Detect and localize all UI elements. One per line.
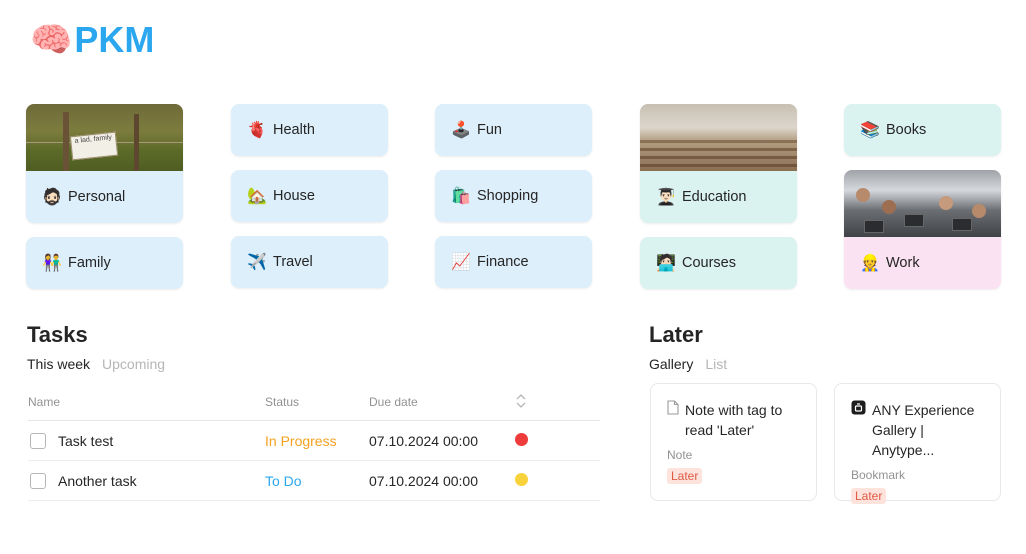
tag-badge[interactable]: Later [667, 468, 703, 484]
category-label: Family [68, 255, 111, 271]
category-card-family[interactable]: 👫 Family [26, 237, 183, 289]
priority-dot-red[interactable] [515, 432, 528, 446]
category-label: Health [273, 122, 315, 138]
anatomical-heart-icon: 🫀 [247, 122, 267, 139]
gallery-card-bookmark[interactable]: ANY Experience Gallery | Anytype... Book… [834, 383, 1001, 504]
status-label[interactable]: To Do [265, 473, 302, 489]
due-date[interactable]: 07.10.2024 00:00 [369, 433, 478, 449]
page-icon [667, 400, 679, 440]
table-header: Name Status Due date [28, 384, 600, 421]
fence-sign: a lad, family [69, 131, 119, 161]
tasks-heading: Tasks [27, 322, 88, 347]
graduate-icon: 👨🏻‍🎓 [656, 189, 676, 206]
tasks-table: Name Status Due date Task test In Progre… [28, 384, 600, 501]
table-row[interactable]: Task test In Progress 07.10.2024 00:00 [28, 421, 600, 461]
chart-increasing-icon: 📈 [451, 254, 471, 271]
task-checkbox[interactable] [30, 432, 46, 449]
category-card-books[interactable]: 📚 Books [844, 104, 1001, 156]
anytype-icon [851, 400, 866, 460]
category-card-personal[interactable]: a lad, family 🧔🏻 Personal [26, 104, 183, 223]
category-label: Shopping [477, 188, 539, 204]
category-card-courses[interactable]: 🧑🏻‍💻 Courses [640, 237, 797, 289]
house-icon: 🏡 [247, 188, 267, 205]
later-heading: Later [649, 322, 703, 347]
category-card-finance[interactable]: 📈 Finance [435, 236, 592, 288]
books-icon: 📚 [860, 122, 880, 139]
task-name[interactable]: Another task [58, 473, 137, 489]
category-card-house[interactable]: 🏡 House [231, 170, 388, 222]
category-label: Fun [477, 122, 502, 138]
table-row[interactable]: Another task To Do 07.10.2024 00:00 [28, 461, 600, 501]
shopping-bags-icon: 🛍️ [451, 188, 471, 205]
task-name[interactable]: Task test [58, 433, 113, 449]
pkm-logo: 🧠 PKM [30, 20, 154, 60]
personal-cover-image: a lad, family [26, 104, 183, 171]
category-card-shopping[interactable]: 🛍️ Shopping [435, 170, 592, 222]
card-type: Note [667, 448, 693, 462]
tasks-view-tabs: This week Upcoming [27, 356, 165, 372]
sort-toggle-icon[interactable] [515, 393, 527, 412]
work-cover-image [844, 170, 1001, 237]
bearded-man-icon: 🧔🏻 [42, 189, 62, 206]
gallery-card-note[interactable]: Note with tag to read 'Later' Note Later [650, 383, 817, 501]
category-label: Finance [477, 254, 529, 270]
page-title: PKM [74, 19, 155, 60]
category-card-health[interactable]: 🫀 Health [231, 104, 388, 156]
tab-this-week[interactable]: This week [27, 356, 90, 372]
column-header-name[interactable]: Name [28, 395, 60, 409]
tab-gallery[interactable]: Gallery [649, 356, 693, 372]
category-card-fun[interactable]: 🕹️ Fun [435, 104, 592, 156]
priority-dot-yellow[interactable] [515, 472, 528, 486]
later-view-tabs: Gallery List [649, 356, 727, 372]
tag-badge[interactable]: Later [851, 488, 887, 504]
category-card-education[interactable]: 👨🏻‍🎓 Education [640, 104, 797, 223]
card-title: Note with tag to read 'Later' [685, 402, 783, 438]
category-label: Education [682, 189, 747, 205]
category-label: Personal [68, 189, 126, 205]
tab-upcoming[interactable]: Upcoming [102, 356, 165, 372]
task-checkbox[interactable] [30, 472, 46, 489]
category-card-work[interactable]: 👷 Work [844, 170, 1001, 289]
category-card-travel[interactable]: ✈️ Travel [231, 236, 388, 288]
category-label: Work [886, 255, 920, 271]
category-label: Books [886, 122, 927, 138]
category-label: House [273, 188, 315, 204]
column-header-due-date[interactable]: Due date [369, 395, 418, 409]
tab-list[interactable]: List [705, 356, 727, 372]
construction-worker-icon: 👷 [860, 255, 880, 272]
category-label: Travel [273, 254, 313, 270]
card-type: Bookmark [851, 468, 906, 482]
due-date[interactable]: 07.10.2024 00:00 [369, 473, 478, 489]
column-header-status[interactable]: Status [265, 395, 299, 409]
family-icon: 👫 [42, 255, 62, 272]
joystick-icon: 🕹️ [451, 122, 471, 139]
airplane-icon: ✈️ [247, 254, 267, 271]
technologist-icon: 🧑🏻‍💻 [656, 255, 676, 272]
brain-icon: 🧠 [30, 21, 73, 59]
category-label: Courses [682, 255, 736, 271]
status-label[interactable]: In Progress [265, 433, 337, 449]
card-title: ANY Experience Gallery | Anytype... [872, 402, 975, 458]
education-cover-image [640, 104, 797, 171]
